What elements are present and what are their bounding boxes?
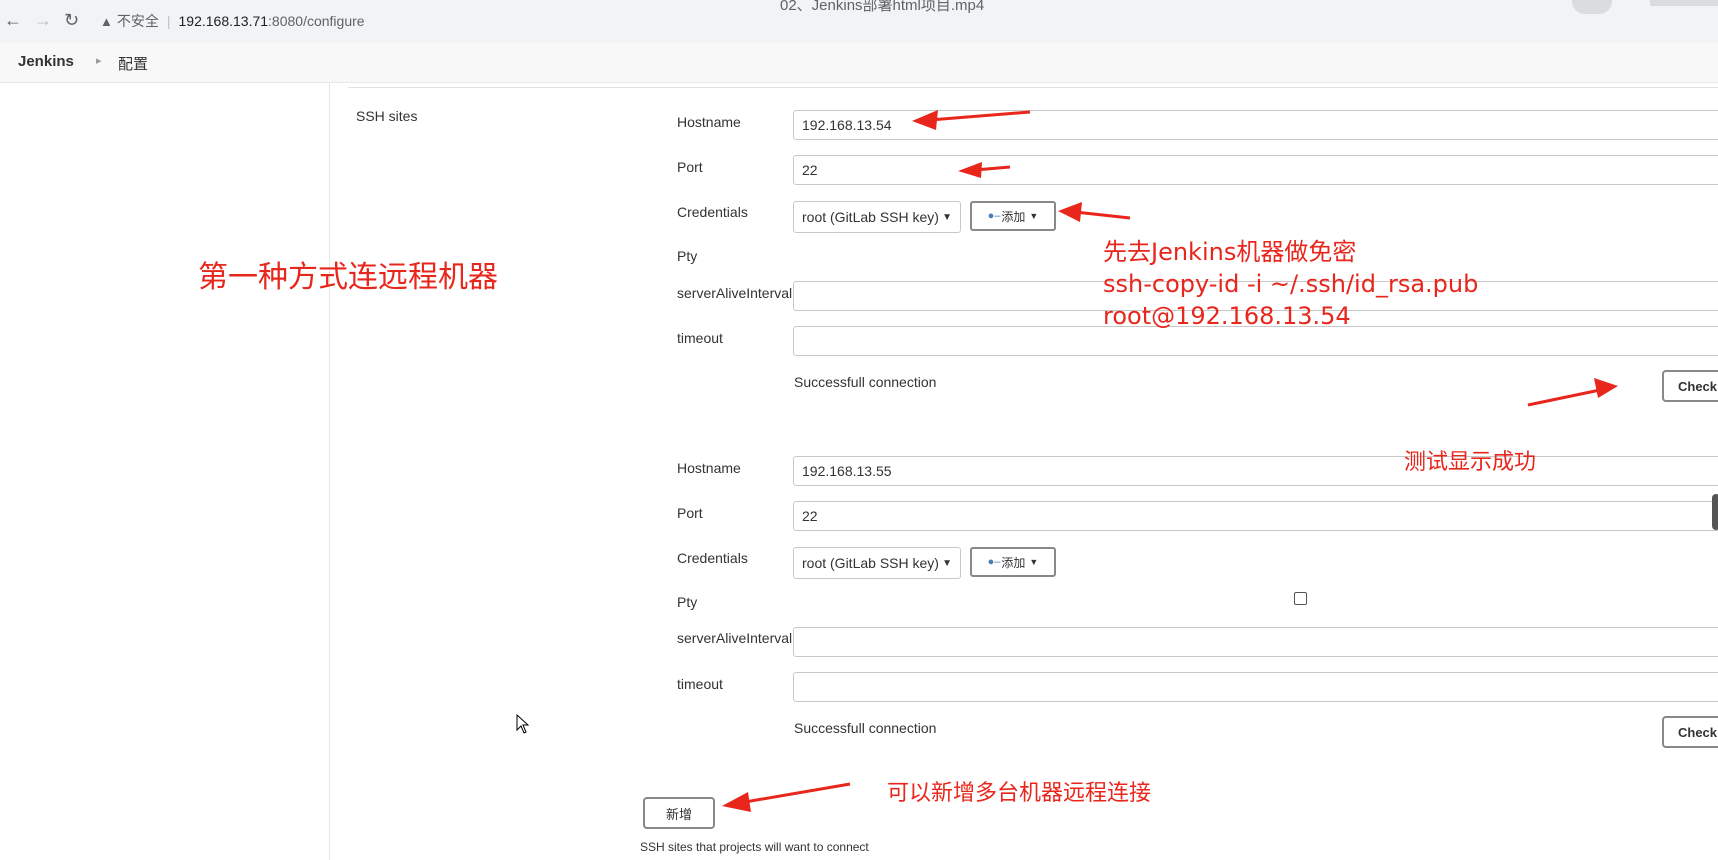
scrollbar-thumb[interactable] [1712,494,1718,530]
arrow-head [722,792,751,812]
chevron-right-icon: ▸ [96,55,102,67]
add-credentials-button[interactable]: ●– 添加 ▼ [970,201,1056,231]
annotation-method: 第一种方式连远程机器 [198,260,498,295]
annotation-add-more: 可以新增多台机器远程连接 [887,781,1152,806]
credentials-value: root (GitLab SSH key) [802,209,939,225]
caret-down-icon: ▼ [1029,211,1039,221]
arrow-to-add-button [1074,210,1131,220]
browser-toolbar: ← → ↻ ▲ 不安全 | 192.168.13.71:8080/configu… [0,0,1718,43]
arrow-head [1594,378,1618,398]
credentials-select[interactable]: root (GitLab SSH key) ▼ [793,201,961,233]
ssh-sites-label: SSH sites [356,108,418,124]
profile-avatar[interactable] [1572,0,1612,14]
pty-checkbox[interactable] [1294,592,1307,605]
insecure-label: 不安全 [116,13,159,29]
chevron-down-icon: ▼ [942,211,952,223]
breadcrumb-jenkins[interactable]: Jenkins [18,53,74,70]
address-divider: | [166,13,171,29]
key-icon: ●– [987,556,1001,568]
hostname-input[interactable] [793,456,1718,486]
connection-status: Successfull connection [794,374,937,390]
credentials-select[interactable]: root (GitLab SSH key) ▼ [793,547,961,579]
credentials-label: Credentials [677,204,748,220]
port-label: Port [677,159,703,175]
reload-icon[interactable]: ↻ [64,10,79,31]
window-controls[interactable] [1650,0,1718,6]
hostname-input[interactable] [793,110,1718,140]
annotation-note-line: ssh-copy-id -i ~/.ssh/id_rsa.pub [1103,270,1479,298]
annotation-passwordless-note: 先去Jenkins机器做免密 ssh-copy-id -i ~/.ssh/id_… [1103,236,1478,332]
credentials-label: Credentials [677,550,748,566]
hostname-label: Hostname [677,460,741,476]
port-label: Port [677,505,703,521]
arrow-to-new [744,782,851,804]
ssh-sites-help: SSH sites that projects will want to con… [640,840,869,854]
timeout-input[interactable] [793,672,1718,702]
caret-down-icon: ▼ [1029,557,1039,567]
server-alive-interval-input[interactable] [793,627,1718,657]
connection-status: Successfull connection [794,720,937,736]
chevron-down-icon: ▼ [942,557,952,569]
pty-label: Pty [677,594,698,610]
mouse-cursor-icon [516,714,530,734]
annotation-note-line: 先去Jenkins机器做免密 [1103,238,1357,266]
url-path: :8080/configure [268,13,365,29]
sidebar-divider [329,82,330,860]
forward-arrow-icon[interactable]: → [34,10,52,31]
arrow-head [1058,202,1082,222]
timeout-label: timeout [677,330,723,346]
server-alive-interval-label: serverAliveInterval [677,630,793,646]
breadcrumb-configure[interactable]: 配置 [118,53,148,74]
annotation-note-line: root@192.168.13.54 [1103,302,1351,330]
add-button-label: 添加 [1001,555,1026,570]
section-divider [348,87,1718,88]
port-input[interactable] [793,155,1718,185]
warning-icon: ▲ [100,13,113,29]
port-input[interactable] [793,501,1718,531]
hostname-label: Hostname [677,114,741,130]
check-button[interactable]: Check [1662,370,1718,402]
add-site-button[interactable]: 新增 [643,797,715,829]
key-icon: ●– [987,210,1001,222]
pty-label: Pty [677,248,698,264]
annotation-success: 测试显示成功 [1404,450,1537,475]
tab-title: 02、Jenkins部署html项目.mp4 [780,0,985,14]
check-button[interactable]: Check [1662,716,1718,748]
back-arrow-icon[interactable]: ← [4,10,22,31]
breadcrumb: Jenkins ▸ 配置 [0,42,1718,83]
server-alive-interval-label: serverAliveInterval [677,285,793,301]
add-credentials-button[interactable]: ●– 添加 ▼ [970,547,1056,577]
timeout-label: timeout [677,676,723,692]
arrow-to-check [1527,388,1601,407]
add-button-label: 添加 [1001,209,1026,224]
url-host: 192.168.13.71 [178,13,269,29]
credentials-value: root (GitLab SSH key) [802,555,939,571]
